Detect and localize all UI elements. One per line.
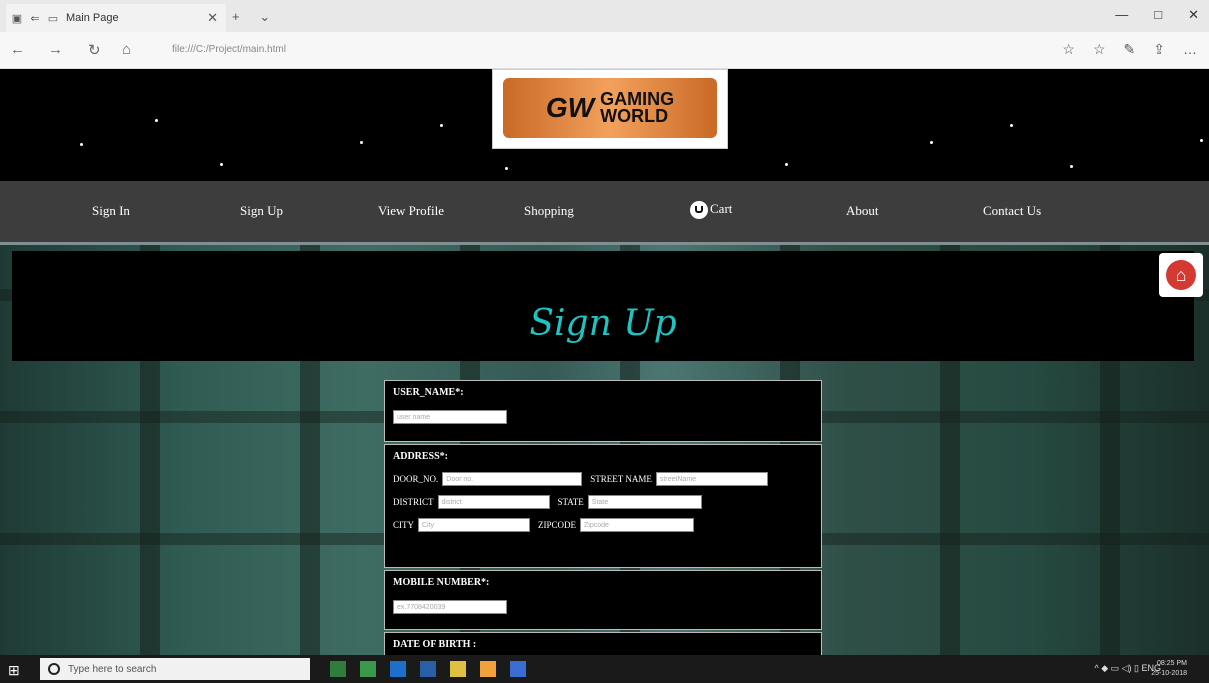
cart-icon xyxy=(690,201,708,220)
address-row-1: DOOR_NO. Door no. STREET NAME streetName xyxy=(393,472,813,486)
store-icon[interactable] xyxy=(450,661,466,677)
username-section: USER_NAME*: user name xyxy=(384,380,822,442)
cortana-icon xyxy=(48,663,60,675)
home-button[interactable]: ⌂ xyxy=(1159,253,1203,297)
menu-cart[interactable]: Cart xyxy=(690,201,733,220)
refresh-icon[interactable]: ↻ xyxy=(88,41,101,59)
clock[interactable]: 08:25 PM 25-10-2018 xyxy=(1151,659,1187,679)
street-name-label: STREET NAME xyxy=(590,474,652,484)
logo-badge: GW GAMING WORLD xyxy=(503,78,717,138)
star xyxy=(80,143,83,146)
app-icon[interactable] xyxy=(360,661,376,677)
star xyxy=(360,141,363,144)
menu-view-profile[interactable]: View Profile xyxy=(378,203,444,219)
city-label: CITY xyxy=(393,520,414,530)
word-icon[interactable] xyxy=(510,661,526,677)
favorites-hub-icon[interactable]: ☆ xyxy=(1093,41,1106,58)
city-input[interactable]: City xyxy=(418,518,530,532)
app-icon[interactable] xyxy=(330,661,346,677)
mobile-label: MOBILE NUMBER*: xyxy=(393,577,490,588)
windows-start-icon[interactable]: ⊞ xyxy=(8,662,20,679)
signup-form: USER_NAME*: user name ADDRESS*: DOOR_NO.… xyxy=(384,380,822,655)
state-input[interactable]: State xyxy=(587,495,702,509)
logo-mark: GW xyxy=(545,92,595,123)
back-icon[interactable]: ← xyxy=(10,41,25,58)
star xyxy=(220,163,223,166)
clock-date: 25-10-2018 xyxy=(1151,670,1187,677)
header-banner: GW GAMING WORLD xyxy=(0,69,1209,181)
more-icon[interactable]: … xyxy=(1183,41,1197,58)
menu-sign-up[interactable]: Sign Up xyxy=(240,203,283,219)
logo-line2: WORLD xyxy=(600,106,669,126)
star xyxy=(505,167,508,170)
page-title: Sign Up xyxy=(529,303,677,344)
window-controls: — □ ✕ xyxy=(1115,7,1199,23)
mobile-section: MOBILE NUMBER*: ex.7708420039 xyxy=(384,570,822,630)
tab-close-icon[interactable]: ✕ xyxy=(207,10,218,26)
menu-shopping[interactable]: Shopping xyxy=(524,203,574,219)
star xyxy=(440,124,443,127)
star xyxy=(930,141,933,144)
district-input[interactable]: district xyxy=(437,495,550,509)
dob-label: DATE OF BIRTH : xyxy=(393,639,477,650)
maximize-button[interactable]: □ xyxy=(1154,7,1162,23)
share-icon[interactable]: ⇪ xyxy=(1153,41,1165,58)
street-name-input[interactable]: streetName xyxy=(655,472,768,486)
notes-icon[interactable]: ✎ xyxy=(1124,41,1136,58)
address-row-2: DISTRICT district STATE State xyxy=(393,495,813,509)
star xyxy=(1200,139,1203,142)
home-nav-icon[interactable]: ⌂ xyxy=(122,41,131,58)
door-no-input[interactable]: Door no. xyxy=(442,472,583,486)
menu-about[interactable]: About xyxy=(846,203,879,219)
forward-icon[interactable]: → xyxy=(48,41,63,58)
logo[interactable]: GW GAMING WORLD xyxy=(492,69,728,149)
door-no-label: DOOR_NO. xyxy=(393,474,439,484)
explorer-icon[interactable] xyxy=(420,661,436,677)
mobile-input[interactable]: ex.7708420039 xyxy=(393,599,507,614)
new-tab-button[interactable]: + ⌄ xyxy=(232,9,278,25)
dob-section: DATE OF BIRTH : xyxy=(384,632,822,655)
url-field[interactable]: file:///C:/Project/main.html xyxy=(164,40,1012,60)
minimize-button[interactable]: — xyxy=(1115,7,1128,23)
logo-text: GAMING WORLD xyxy=(600,90,674,126)
star xyxy=(155,119,158,122)
star xyxy=(785,163,788,166)
browser-toolbar: ☆ ☆ ✎ ⇪ … xyxy=(1062,41,1197,58)
zipcode-input[interactable]: Zipcode xyxy=(580,518,694,532)
address-section: ADDRESS*: DOOR_NO. Door no. STREET NAME … xyxy=(384,444,822,568)
state-label: STATE xyxy=(557,497,584,507)
web-page: GW GAMING WORLD Sign In Sign Up View Pro… xyxy=(0,69,1209,655)
taskbar-search-placeholder: Type here to search xyxy=(68,663,157,675)
menu-cart-label: Cart xyxy=(710,201,733,216)
tab-back-icon[interactable]: ⇐ xyxy=(28,11,42,25)
district-label: DISTRICT xyxy=(393,497,434,507)
browser-tabbar: ▣ ⇐ ▭ Main Page ✕ + ⌄ — □ ✕ xyxy=(0,0,1209,32)
close-window-button[interactable]: ✕ xyxy=(1188,7,1199,23)
signup-header: Sign Up xyxy=(12,251,1194,361)
address-bar-row: ← → ↻ ⌂ file:///C:/Project/main.html ☆ ☆… xyxy=(0,32,1209,69)
username-input[interactable]: user name xyxy=(393,409,507,424)
favorite-icon[interactable]: ☆ xyxy=(1062,41,1075,58)
star xyxy=(1010,124,1013,127)
address-label: ADDRESS*: xyxy=(393,451,449,462)
taskbar-search[interactable]: Type here to search xyxy=(40,658,310,680)
tab-title: Main Page xyxy=(66,12,119,24)
clock-time: 08:25 PM xyxy=(1157,660,1187,667)
zipcode-label: ZIPCODE xyxy=(538,520,576,530)
address-row-3: CITY City ZIPCODE Zipcode xyxy=(393,518,813,532)
app-icon[interactable] xyxy=(480,661,496,677)
main-menu: Sign In Sign Up View Profile Shopping Ca… xyxy=(0,181,1209,245)
username-label: USER_NAME*: xyxy=(393,387,464,398)
windows-taskbar: ⊞ Type here to search ^ ◆ ▭ ◁) ▯ ENG 08:… xyxy=(0,655,1209,683)
star xyxy=(1070,165,1073,168)
page-icon: ▭ xyxy=(47,12,59,25)
menu-contact-us[interactable]: Contact Us xyxy=(983,203,1041,219)
taskbar-apps xyxy=(330,661,526,677)
content-area: Sign Up ⌂ USER_NAME*: user name ADDRESS*… xyxy=(0,245,1209,655)
browser-tab[interactable]: ▣ ⇐ ▭ Main Page ✕ xyxy=(6,4,226,32)
edge-icon[interactable] xyxy=(390,661,406,677)
home-icon: ⌂ xyxy=(1166,260,1196,290)
tab-preview-icon[interactable]: ▣ xyxy=(10,11,24,25)
menu-sign-in[interactable]: Sign In xyxy=(92,203,130,219)
